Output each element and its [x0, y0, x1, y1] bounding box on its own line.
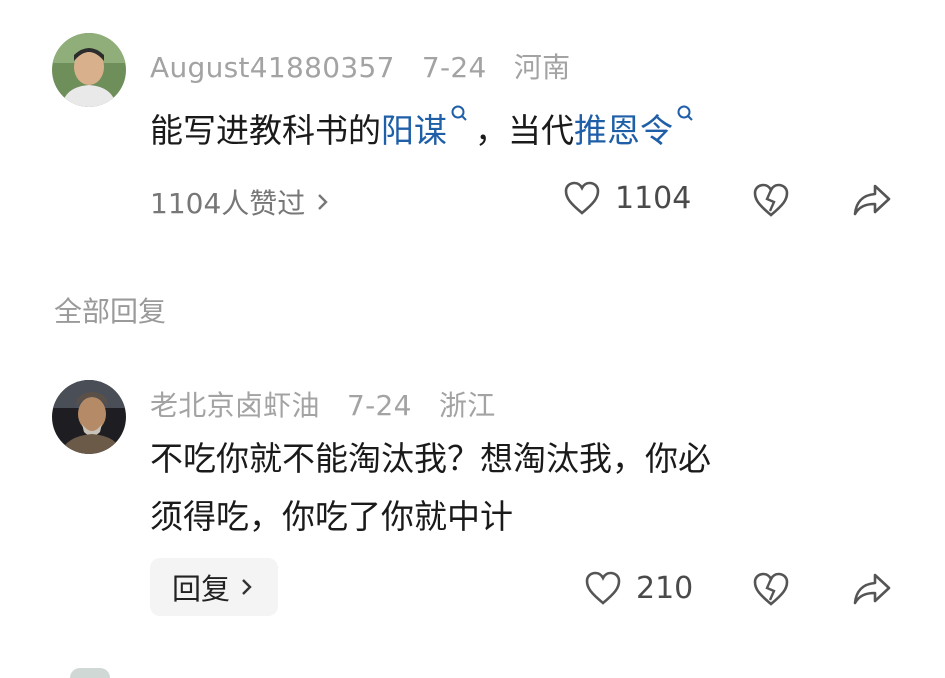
reply-text-line: 不吃你就不能淘汰我？想淘汰我，你必: [150, 439, 711, 478]
share-arrow-icon: [853, 184, 891, 216]
broken-heart-icon: [753, 572, 789, 606]
dislike-button[interactable]: [752, 182, 790, 222]
reply-button-label: 回复: [171, 572, 230, 606]
chevron-right-icon: [242, 579, 252, 595]
chevron-right-icon: [318, 194, 328, 210]
keyword-link-yangmou[interactable]: 阳谋: [381, 111, 447, 150]
heart-outline-icon: [564, 181, 600, 215]
liked-by-link[interactable]: 1104人赞过: [150, 182, 333, 222]
heart-outline-icon: [585, 571, 621, 605]
comment-text-part: ，当代: [475, 111, 574, 150]
section-title-all-replies: 全部回复: [54, 295, 167, 328]
comment-text: 能写进教科书的阳谋 ，当代推恩令: [150, 102, 701, 160]
reply-text: 不吃你就不能淘汰我？想淘汰我，你必 须得吃，你吃了你就中计: [150, 430, 711, 546]
reply-text-line: 须得吃，你吃了你就中计: [150, 497, 513, 536]
keyword-link-tuienling[interactable]: 推恩令: [574, 111, 673, 150]
liked-by-text: 1104人赞过: [150, 187, 306, 220]
reply-dislike-button[interactable]: [752, 571, 790, 611]
user-avatar[interactable]: [52, 33, 126, 107]
reply-date: 7-24: [347, 389, 412, 422]
reply-user-avatar[interactable]: [52, 380, 126, 454]
reply-like-count: 210: [636, 570, 694, 606]
reply-button[interactable]: 回复: [150, 558, 278, 616]
magnifier-icon[interactable]: [449, 102, 471, 132]
magnifier-icon[interactable]: [675, 102, 697, 132]
share-button[interactable]: [852, 182, 892, 222]
reply-meta: 老北京卤虾油 7-24 浙江: [150, 384, 514, 424]
share-arrow-icon: [853, 573, 891, 605]
reply-location: 浙江: [438, 389, 496, 422]
reply-share-button[interactable]: [852, 571, 892, 611]
comment-text-part: 能写进教科书的: [150, 111, 381, 150]
comment-username[interactable]: August41880357: [150, 51, 395, 84]
reply-username[interactable]: 老北京卤虾油: [150, 389, 320, 422]
broken-heart-icon: [753, 183, 789, 217]
like-button[interactable]: 1104: [563, 180, 691, 216]
like-count: 1104: [615, 180, 692, 216]
reply-like-button[interactable]: 210: [584, 570, 693, 606]
next-avatar-partial: [70, 668, 110, 678]
comment-date: 7-24: [421, 51, 487, 84]
comment-location: 河南: [513, 51, 571, 84]
comment-meta: August41880357 7-24 河南: [150, 46, 588, 86]
